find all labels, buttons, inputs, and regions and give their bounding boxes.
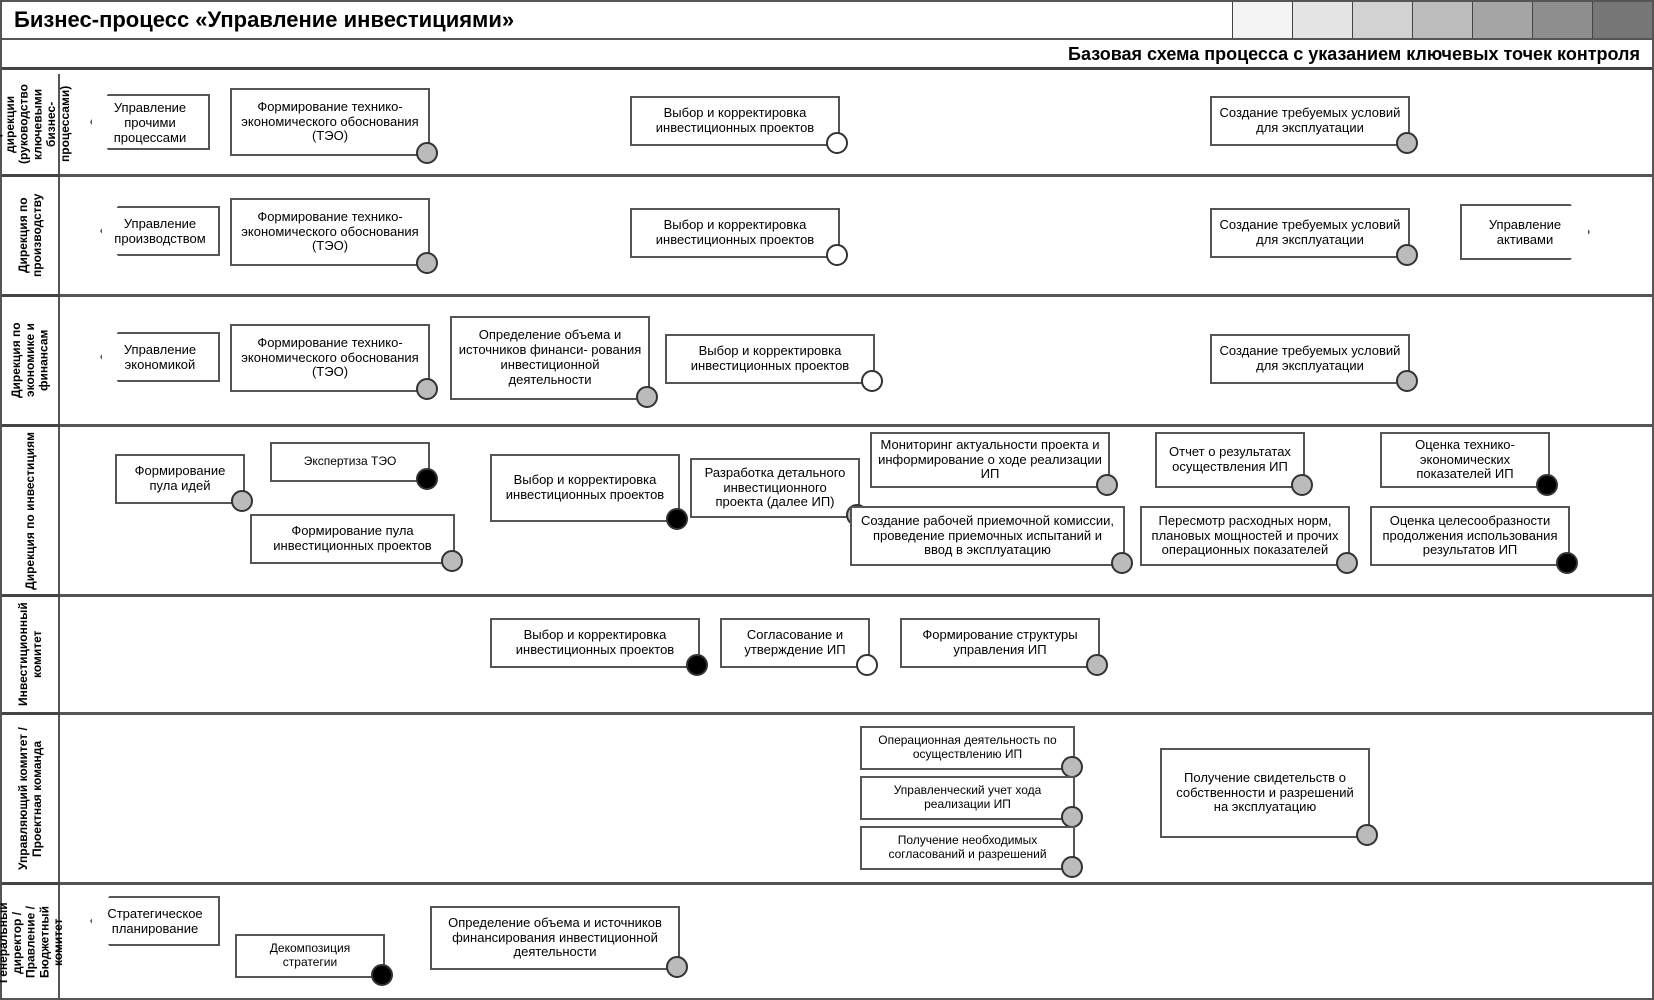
process-b_approve: Согласование и утверждение ИП — [720, 618, 870, 668]
process-b_oper: Операционная деятельность по осуществлен… — [860, 726, 1075, 770]
control-point-b_acct — [1061, 806, 1083, 828]
control-point-b_decomp — [371, 964, 393, 986]
process-b_fin_vol: Определение объема и источников финанси-… — [450, 316, 650, 400]
control-point-b_cond2 — [1396, 244, 1418, 266]
main-title: Бизнес-процесс «Управление инвестициями» — [2, 7, 1232, 33]
process-b_struct: Формирование структуры управления ИП — [900, 618, 1100, 668]
control-point-b_oper — [1061, 756, 1083, 778]
process-b_permits: Получение необходимых согласований и раз… — [860, 826, 1075, 870]
control-point-b_struct — [1086, 654, 1108, 676]
process-b_pool: Формирование пула идей — [115, 454, 245, 504]
control-point-b_monitor — [1096, 474, 1118, 496]
ref-b_mgmt_assets: Управление активами — [1460, 204, 1590, 260]
process-b_report: Отчет о результатах осуществления ИП — [1155, 432, 1305, 488]
ref-b_strat: Стратегическое планирование — [90, 896, 220, 946]
process-b_owner: Получение свидетельств о собственности и… — [1160, 748, 1370, 838]
control-point-b_eval_tech — [1536, 474, 1558, 496]
control-point-b_cond1 — [1396, 132, 1418, 154]
process-b_cond1: Создание требуемых условий для эксплуата… — [1210, 96, 1410, 146]
process-b_acct: Управленческий учет хода реализации ИП — [860, 776, 1075, 820]
process-b_eval_cont: Оценка целесообразности продолжения испо… — [1370, 506, 1570, 566]
process-b_sel1: Выбор и корректировка инвестиционных про… — [630, 96, 840, 146]
control-point-b_sel2 — [826, 244, 848, 266]
control-point-b_sel5 — [686, 654, 708, 676]
process-b_fin_vol2: Определение объема и источников финансир… — [430, 906, 680, 970]
control-point-b_teo2 — [416, 252, 438, 274]
control-point-b_pool_proj — [441, 550, 463, 572]
lane-label-l6: Управляющий комитет / Проектная команда — [2, 712, 60, 882]
lane-label-l7: Генеральный директор / Правление / Бюдже… — [2, 882, 60, 1000]
lane-label-l5: Инвестиционный комитет — [2, 594, 60, 712]
process-b_decomp: Декомпозиция стратегии — [235, 934, 385, 978]
control-point-b_fin_vol2 — [666, 956, 688, 978]
ref-b_mgmt_econ: Управление экономикой — [100, 332, 220, 382]
control-point-b_pool — [231, 490, 253, 512]
control-point-b_teo1 — [416, 142, 438, 164]
lane-label-l3: Дирекция по экономике и финансам — [2, 294, 60, 424]
swimlanes: Прочие дирекции (руководство ключевыми б… — [2, 74, 1652, 998]
process-b_teo3: Формирование технико- экономического обо… — [230, 324, 430, 392]
gradient-scale — [1232, 2, 1652, 38]
control-point-b_permits — [1061, 856, 1083, 878]
control-point-b_owner — [1356, 824, 1378, 846]
control-point-b_approve — [856, 654, 878, 676]
control-point-b_review — [1336, 552, 1358, 574]
control-point-b_sel1 — [826, 132, 848, 154]
process-b_sel5: Выбор и корректировка инвестиционных про… — [490, 618, 700, 668]
process-b_review: Пересмотр расходных норм, плановых мощно… — [1140, 506, 1350, 566]
process-b_pool_proj: Формирование пула инвестиционных проекто… — [250, 514, 455, 564]
process-b_cond3: Создание требуемых условий для эксплуата… — [1210, 334, 1410, 384]
diagram-page: Бизнес-процесс «Управление инвестициями»… — [0, 0, 1654, 1000]
process-b_eval_tech: Оценка технико- экономических показателе… — [1380, 432, 1550, 488]
control-point-b_fin_vol — [636, 386, 658, 408]
control-point-b_teo3 — [416, 378, 438, 400]
lane-label-l4: Дирекция по инвестициям — [2, 424, 60, 594]
header: Бизнес-процесс «Управление инвестициями» — [2, 2, 1652, 40]
process-b_commission: Создание рабочей приемочной комиссии, пр… — [850, 506, 1125, 566]
lane-label-l2: Дирекция по производству — [2, 174, 60, 294]
control-point-b_expert — [416, 468, 438, 490]
control-point-b_eval_cont — [1556, 552, 1578, 574]
process-b_detail: Разработка детального инвестиционного пр… — [690, 458, 860, 518]
process-b_sel2: Выбор и корректировка инвестиционных про… — [630, 208, 840, 258]
ref-b_mgmt_other: Управление прочими процессами — [90, 94, 210, 150]
control-point-b_cond3 — [1396, 370, 1418, 392]
ref-b_mgmt_prod: Управление производством — [100, 206, 220, 256]
control-point-b_sel4 — [666, 508, 688, 530]
control-point-b_sel3 — [861, 370, 883, 392]
control-point-b_report — [1291, 474, 1313, 496]
process-b_monitor: Мониторинг актуальности проекта и информ… — [870, 432, 1110, 488]
process-b_teo1: Формирование технико- экономического обо… — [230, 88, 430, 156]
lane-labels-column: Прочие дирекции (руководство ключевыми б… — [2, 74, 60, 998]
process-b_teo2: Формирование технико- экономического обо… — [230, 198, 430, 266]
process-b_sel3: Выбор и корректировка инвестиционных про… — [665, 334, 875, 384]
lane-label-l1: Прочие дирекции (руководство ключевыми б… — [2, 74, 60, 174]
process-b_cond2: Создание требуемых условий для эксплуата… — [1210, 208, 1410, 258]
process-b_expert: Экспертиза ТЭО — [270, 442, 430, 482]
subtitle: Базовая схема процесса с указанием ключе… — [2, 40, 1652, 70]
process-b_sel4: Выбор и корректировка инвестиционных про… — [490, 454, 680, 522]
control-point-b_commission — [1111, 552, 1133, 574]
